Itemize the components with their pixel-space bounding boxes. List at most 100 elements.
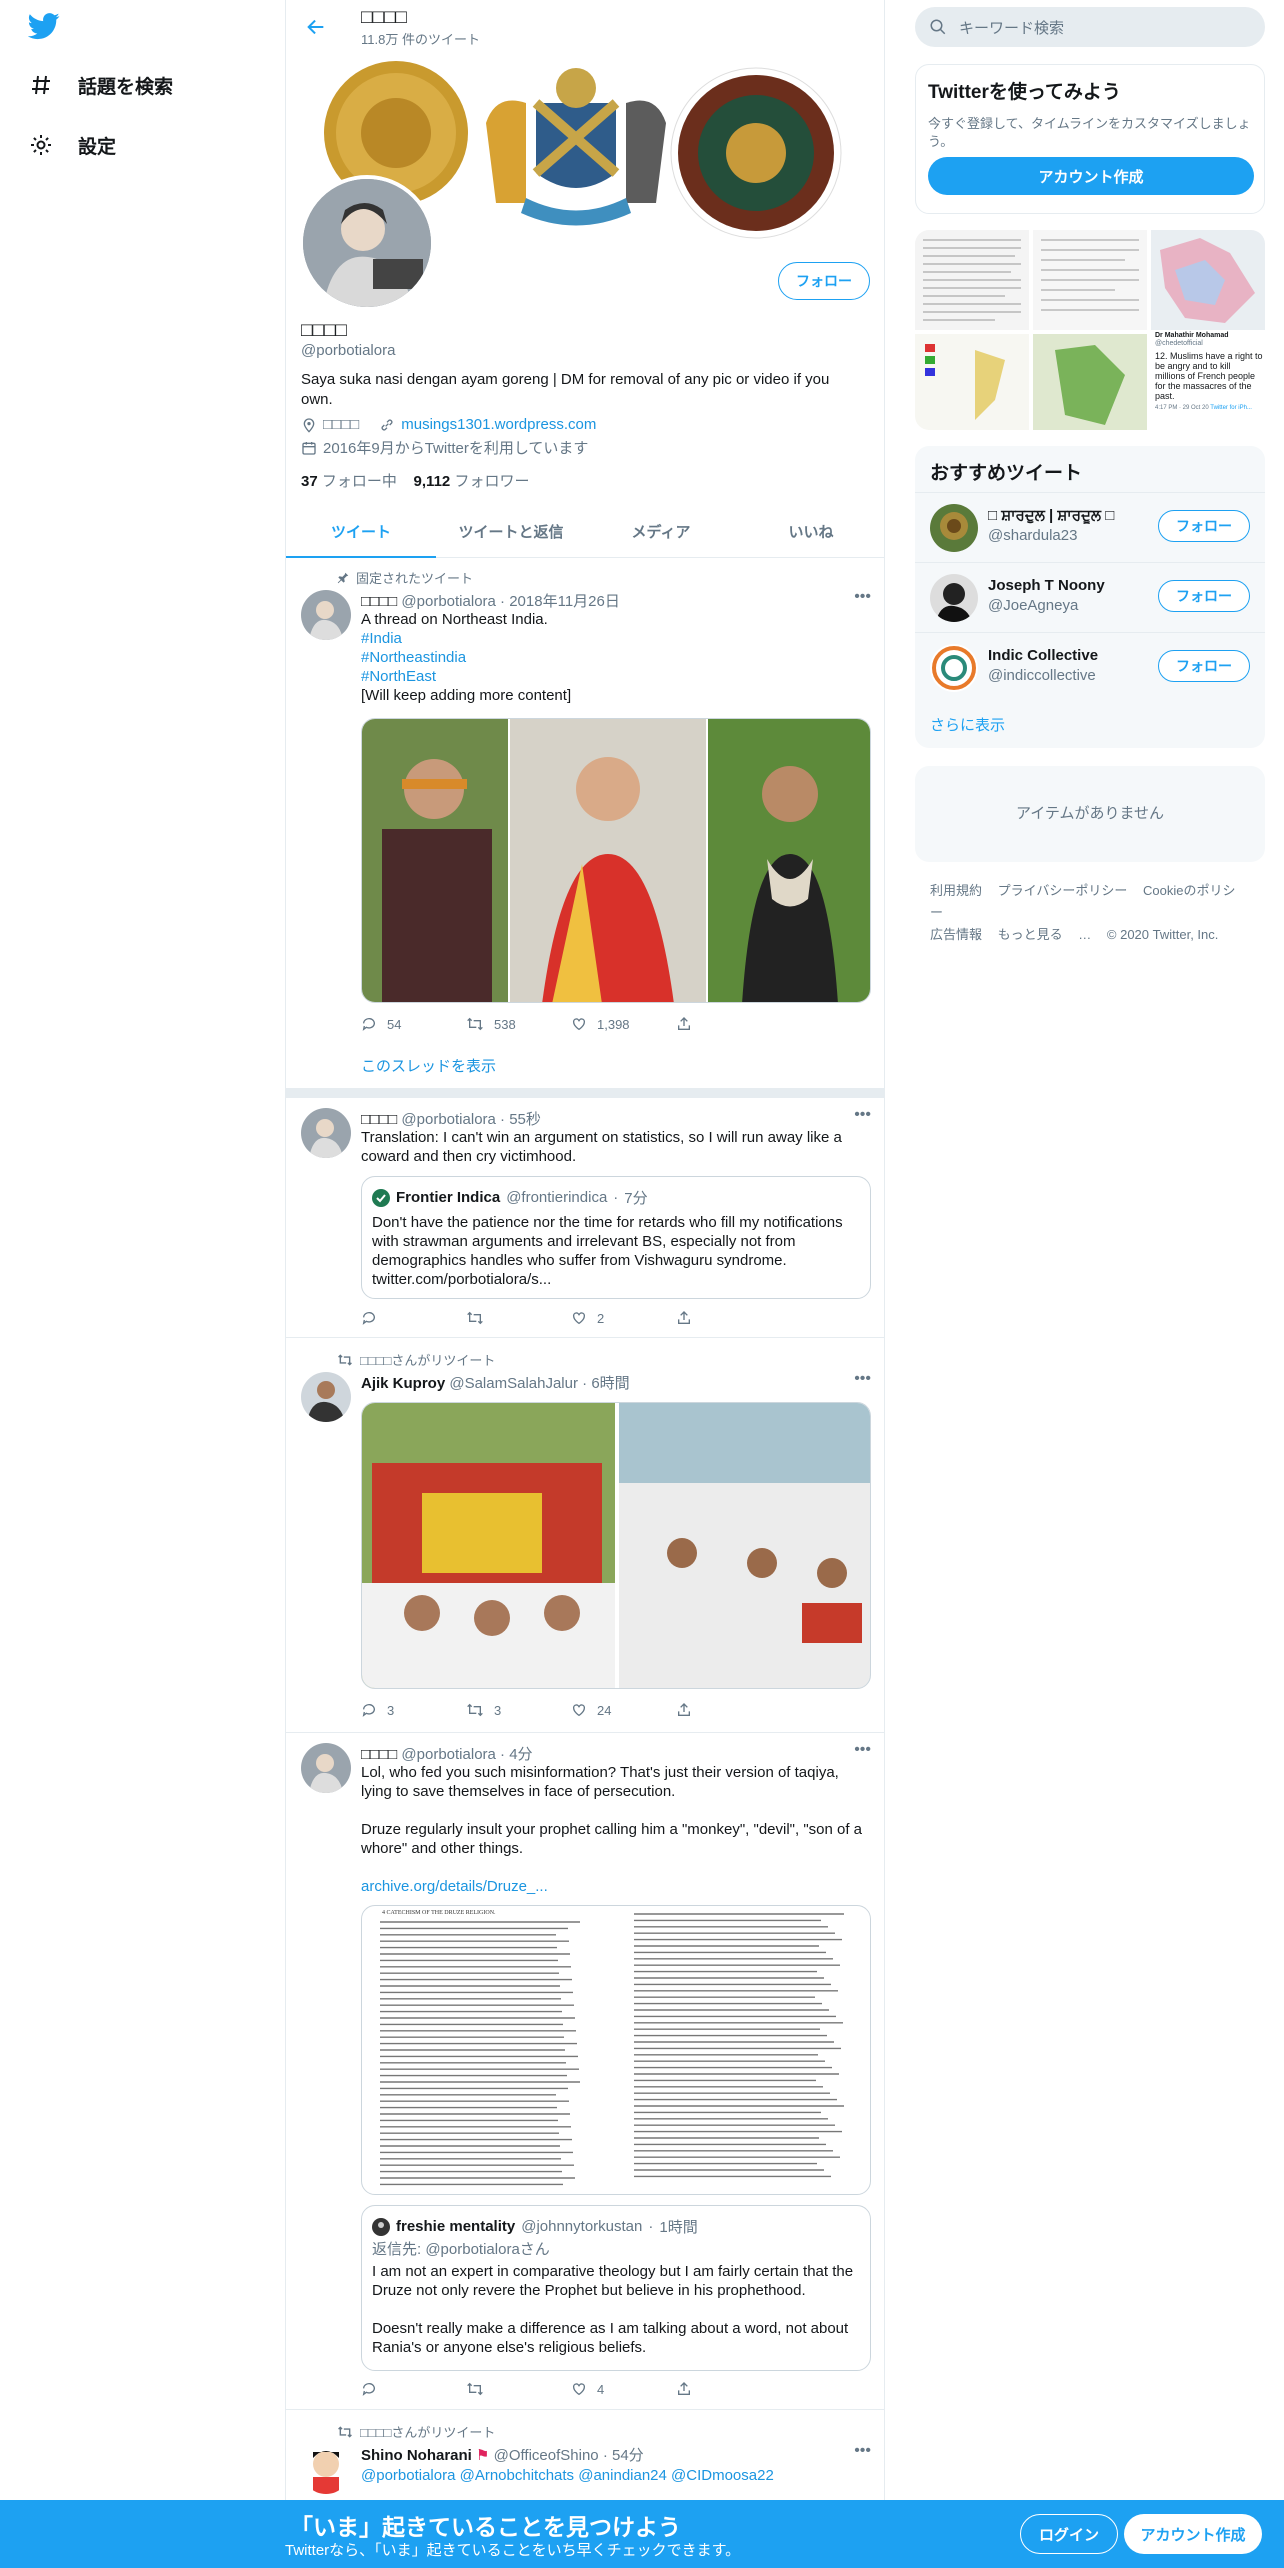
quote-header: freshie mentality @johnnytorkustan · 1時間 [372, 2216, 698, 2237]
retweet-icon [467, 2382, 483, 2396]
tweet[interactable]: □□□□ @porbotialora · 4分 ••• Lol, who fed… [286, 1733, 884, 2410]
share-button[interactable] [676, 2381, 781, 2397]
hashtag-link[interactable]: #NorthEast [361, 667, 871, 686]
suggestion-item[interactable]: Indic Collective @indiccollective フォロー [915, 632, 1265, 702]
more-options-icon[interactable]: ••• [854, 588, 871, 606]
more-options-icon[interactable]: ••• [854, 1106, 871, 1124]
reply-button[interactable] [361, 2381, 466, 2397]
tweet-avatar[interactable] [301, 1743, 351, 1793]
retweet-context: □□□□さんがリツイート [336, 1350, 495, 1369]
suggestion-avatar[interactable] [930, 644, 978, 692]
like-button[interactable]: 4 [571, 2381, 676, 2397]
retweet-button[interactable]: 538 [466, 1016, 571, 1032]
reply-icon [362, 1312, 375, 1325]
signup-button[interactable]: アカウント作成 [1124, 2514, 1262, 2554]
suggestion-avatar[interactable] [930, 574, 978, 622]
like-button[interactable]: 1,398 [571, 1016, 676, 1032]
login-button[interactable]: ログイン [1020, 2514, 1118, 2554]
retweet-button[interactable]: 3 [466, 1702, 571, 1718]
tweet-avatar[interactable] [301, 1108, 351, 1158]
tweet-photo-grid[interactable] [361, 718, 871, 1003]
tweet-avatar[interactable] [301, 1372, 351, 1422]
like-button[interactable]: 2 [571, 1310, 676, 1326]
tweet-text: Translation: I can't win an argument on … [361, 1129, 842, 1165]
search-input[interactable]: キーワード検索 [959, 17, 1064, 38]
show-more-link[interactable]: さらに表示 [930, 714, 1005, 735]
tweet-actions: 4 [361, 2381, 781, 2397]
retweet-button[interactable] [466, 2381, 571, 2397]
tab-media[interactable]: メディア [586, 505, 736, 557]
like-button[interactable]: 24 [571, 1702, 676, 1718]
tweet-avatar[interactable] [301, 2444, 351, 2494]
who-to-follow: おすすめツイート □ ਸ਼ਾਰਦੁਲ | ਸ਼ਾਰਦੂਲ □ @shardula… [915, 446, 1265, 748]
share-button[interactable] [676, 1702, 781, 1718]
footer-terms[interactable]: 利用規約 [930, 883, 982, 898]
suggestion-follow-button[interactable]: フォロー [1158, 510, 1250, 542]
verified-avatar-icon [372, 1188, 390, 1207]
more-options-icon[interactable]: ••• [854, 2442, 871, 2460]
footer-privacy[interactable]: プライバシーポリシー [998, 883, 1128, 898]
back-button[interactable] [301, 12, 331, 42]
suggestion-item[interactable]: Joseph T Noony @JoeAgneya フォロー [915, 562, 1265, 632]
more-options-icon[interactable]: ••• [854, 1370, 871, 1388]
profile-website-link[interactable]: musings1301.wordpress.com [401, 416, 596, 433]
suggestion-follow-button[interactable]: フォロー [1158, 580, 1250, 612]
search-icon [929, 18, 947, 36]
tweet-pinned[interactable]: 固定されたツイート □□□□ @porbotialora · 2018年11月2… [286, 558, 884, 1088]
calendar-icon [301, 440, 317, 456]
empty-message: アイテムがありません [1015, 805, 1165, 822]
footer-ads[interactable]: 広告情報 [930, 927, 982, 942]
profile-location: □□□□ [323, 416, 360, 433]
retweet-icon [467, 1703, 483, 1717]
tab-tweets-and-replies[interactable]: ツイートと返信 [436, 505, 586, 557]
reply-button[interactable]: 54 [361, 1016, 466, 1032]
suggestion-avatar[interactable] [930, 504, 978, 552]
more-options-icon[interactable]: ••• [854, 1741, 871, 1759]
quoted-tweet[interactable]: freshie mentality @johnnytorkustan · 1時間… [361, 2205, 871, 2371]
create-account-button[interactable]: アカウント作成 [928, 157, 1254, 195]
nav-settings[interactable]: 設定 [28, 125, 116, 165]
twitter-bird-icon[interactable] [28, 10, 68, 50]
profile-bio: Saya suka nasi dengan ayam goreng | DM f… [301, 371, 830, 408]
tweet-mentions[interactable]: @porbotialora @Arnobchitchats @anindian2… [361, 2466, 871, 2485]
archive-link[interactable]: archive.org/details/Druze_... [361, 1877, 871, 1896]
tab-tweets[interactable]: ツイート [286, 505, 436, 558]
arrow-left-icon [307, 19, 324, 35]
follow-button[interactable]: フォロー [778, 262, 870, 300]
tweet-document-image[interactable]: 4 CATECHISM OF THE DRUZE RELIGION. [361, 1905, 871, 2195]
share-button[interactable] [676, 1310, 781, 1326]
tweet[interactable]: □□□□ @porbotialora · 55秒 ••• Translation… [286, 1098, 884, 1338]
bottom-bar-subtitle: Twitterなら、「いま」起きていることをいち早くチェックできます。 [285, 2542, 741, 2559]
reply-button[interactable] [361, 1310, 466, 1326]
footer-more[interactable]: もっと見る … [998, 927, 1092, 942]
retweet-button[interactable] [466, 1310, 571, 1326]
profile-header-bar: □□□□ 11.8万 件のツイート [286, 0, 884, 53]
following-stat[interactable]: 37 フォロー中 [301, 473, 397, 490]
nav-explore[interactable]: 話題を検索 [28, 65, 173, 105]
search-box[interactable]: キーワード検索 [915, 7, 1265, 47]
tab-likes[interactable]: いいね [736, 505, 884, 557]
hashtag-link[interactable]: #India [361, 629, 871, 648]
reply-button[interactable]: 3 [361, 1702, 466, 1718]
nav-explore-label: 話題を検索 [78, 76, 174, 98]
tweet-avatar[interactable] [301, 590, 351, 640]
suggestion-follow-button[interactable]: フォロー [1158, 650, 1250, 682]
quoted-tweet[interactable]: Frontier Indica @frontierindica · 7分 Don… [361, 1176, 871, 1299]
hashtag-link[interactable]: #Northeastindia [361, 648, 871, 667]
tweet-header: Shino Noharani ⚑ @OfficeofShino · 54分 [361, 2447, 644, 2464]
followers-stat[interactable]: 9,112 フォロワー [414, 473, 530, 490]
profile-avatar[interactable] [299, 175, 435, 311]
tweet-retweeted[interactable]: □□□□さんがリツイート Ajik Kuproy @SalamSalahJalu… [286, 1338, 884, 1733]
sidebar-media-grid[interactable]: Dr Mahathir Mohamad @chedetofficial 12. … [915, 230, 1265, 430]
quote-text: I am not an expert in comparative theolo… [372, 2263, 854, 2356]
show-thread-link[interactable]: このスレッドを表示 [361, 1055, 496, 1076]
share-icon [678, 1311, 690, 1324]
share-button[interactable] [676, 1016, 781, 1032]
profile-joined-date: 2016年9月からTwitterを利用しています [323, 440, 589, 457]
quote-link[interactable]: twitter.com/porbotialora/s... [372, 1271, 551, 1288]
retweet-icon [467, 1017, 483, 1031]
profile-stats: 37 フォロー中 9,112 フォロワー [301, 470, 529, 491]
suggestion-item[interactable]: □ ਸ਼ਾਰਦੁਲ | ਸ਼ਾਰਦੂਲ □ @shardula23 フォロー [915, 492, 1265, 562]
tweet-photo-grid[interactable] [361, 1402, 871, 1689]
media-caption: Dr Mahathir Mohamad @chedetofficial 12. … [1155, 332, 1263, 411]
